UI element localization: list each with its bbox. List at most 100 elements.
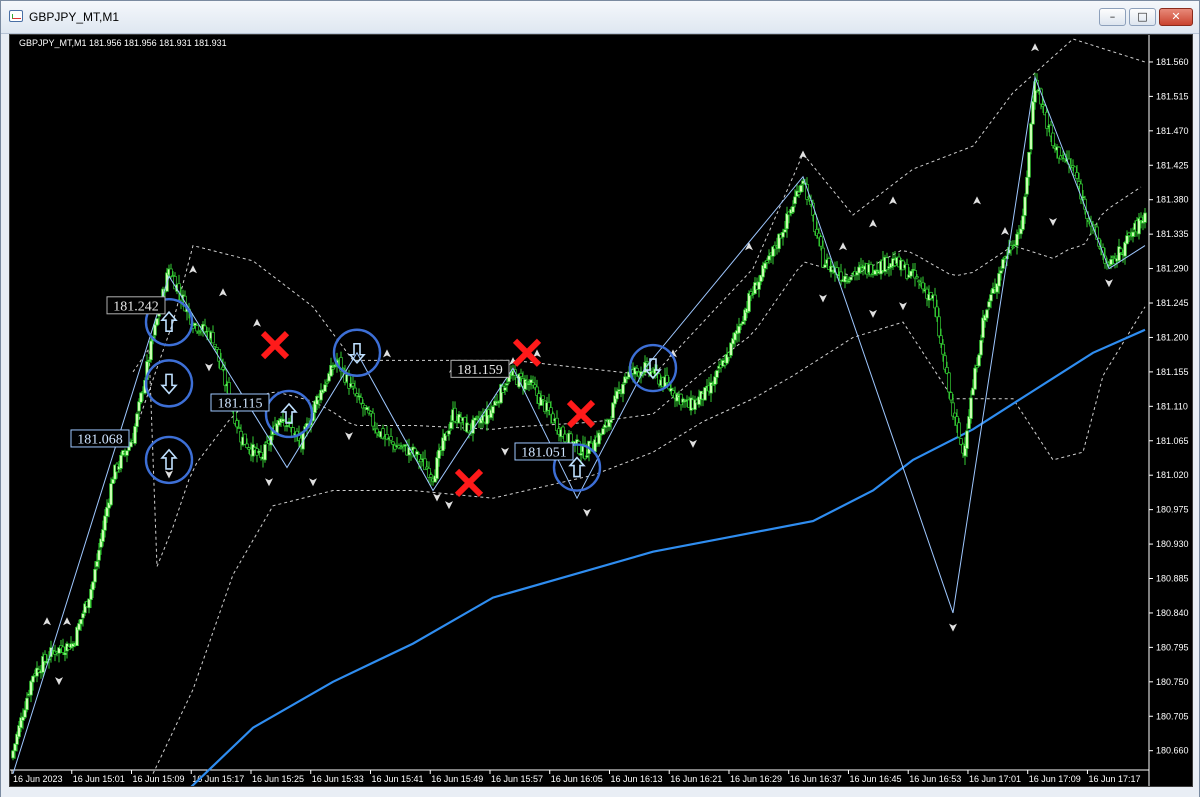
fractal-up-arrow — [1031, 43, 1039, 52]
fractal-up-arrow — [383, 349, 391, 358]
candle-body — [285, 425, 289, 427]
candle-body — [1109, 259, 1113, 265]
fractal-down-arrow — [165, 470, 173, 479]
candle-body — [325, 381, 329, 384]
time-tick-label: 16 Jun 15:33 — [312, 774, 364, 784]
time-tick-label: 16 Jun 15:09 — [132, 774, 184, 784]
fractal-down-arrow — [1049, 218, 1057, 227]
fractal-up-arrow — [799, 150, 807, 159]
candle-body — [243, 433, 247, 445]
candle-body — [135, 413, 139, 427]
candle-body — [223, 369, 227, 386]
candle-body — [133, 426, 137, 444]
candle-body — [435, 457, 439, 479]
window-title: GBPJPY_MT,M1 — [29, 10, 120, 24]
candle-body — [645, 361, 649, 364]
signal-up-arrow-icon — [160, 448, 178, 470]
candle-body — [505, 383, 509, 386]
candle-body — [939, 335, 943, 344]
candle-body — [793, 196, 797, 204]
fractal-down-arrow — [583, 508, 591, 517]
fractal-down-arrow — [501, 447, 509, 456]
candle-body — [13, 743, 17, 752]
price-chart[interactable]: 181.560 181.515 181.470 181.425 181.380 181.3… — [9, 34, 1193, 787]
price-tick-label: 181.110 — [1156, 401, 1188, 411]
candle-body — [821, 247, 825, 268]
candle-body — [823, 264, 827, 268]
candle-body — [577, 441, 581, 455]
candle-body — [375, 428, 379, 434]
time-tick-label: 16 Jun 17:09 — [1029, 774, 1081, 784]
candle-body — [371, 412, 375, 427]
candle-body — [155, 318, 159, 326]
candle-body — [1139, 216, 1143, 221]
time-tick-label: 16 Jun 16:37 — [790, 774, 842, 784]
maximize-button[interactable]: □ — [1129, 8, 1156, 26]
candle-body — [1015, 233, 1019, 246]
candle-body — [1031, 100, 1035, 125]
candle-body — [519, 372, 523, 377]
candle-body — [79, 619, 83, 625]
candle-body — [29, 680, 33, 696]
fractal-down-arrow — [445, 501, 453, 510]
fractal-down-arrow — [433, 493, 441, 502]
close-button[interactable]: ✕ — [1159, 8, 1193, 26]
price-tick-label: 181.335 — [1156, 229, 1189, 239]
candle-body — [281, 418, 285, 422]
price-tick-label: 180.930 — [1156, 539, 1189, 549]
price-tick-label: 180.750 — [1156, 677, 1189, 687]
candle-body — [289, 423, 293, 428]
fractal-up-arrow — [219, 288, 227, 297]
cross-mark-icon — [260, 330, 290, 360]
time-tick-label: 16 Jun 16:13 — [610, 774, 662, 784]
candle-body — [703, 387, 707, 401]
candle-body — [263, 444, 267, 461]
candle-body — [87, 598, 91, 609]
price-label-text: 181.051 — [521, 445, 567, 460]
candle-body — [957, 422, 961, 438]
candle-body — [611, 402, 615, 419]
candle-body — [849, 276, 853, 281]
time-tick-label: 16 Jun 16:29 — [730, 774, 782, 784]
candle-body — [351, 383, 355, 387]
title-bar[interactable]: GBPJPY_MT,M1 – □ ✕ — [1, 1, 1199, 34]
price-tick-label: 181.560 — [1156, 57, 1189, 67]
price-tick-label: 181.470 — [1156, 126, 1189, 136]
candle-body — [1131, 231, 1135, 237]
fractal-up-arrow — [63, 617, 71, 626]
candle-body — [1011, 246, 1015, 249]
fractal-down-arrow — [265, 478, 273, 487]
candle-body — [523, 379, 527, 390]
candle-body — [813, 214, 817, 232]
time-tick-label: 16 Jun 16:05 — [551, 774, 603, 784]
candle-body — [981, 317, 985, 338]
candle-body — [415, 451, 419, 455]
candle-body — [453, 407, 457, 422]
signal-circle — [144, 359, 194, 408]
fractal-up-arrow — [43, 617, 51, 626]
candle-body — [621, 384, 625, 395]
candle-body — [1001, 259, 1005, 269]
time-tick-label: 16 Jun 15:57 — [491, 774, 543, 784]
candle-body — [95, 561, 99, 567]
minimize-button[interactable]: – — [1099, 8, 1126, 26]
fractal-down-arrow — [345, 432, 353, 441]
price-chart-svg[interactable]: 181.560 181.515 181.470 181.425 181.380 181.3… — [10, 35, 1192, 786]
candle-body — [947, 372, 951, 393]
fractal-up-arrow — [839, 242, 847, 251]
fractal-up-arrow — [1001, 226, 1009, 235]
fractal-down-arrow — [1105, 279, 1113, 288]
candle-body — [747, 293, 751, 312]
candle-body — [979, 339, 983, 356]
chart-info-line: GBPJPY_MT,M1 181.956 181.956 181.931 181… — [19, 38, 227, 48]
candle-body — [389, 436, 393, 441]
candle-body — [1075, 172, 1079, 179]
price-tick-label: 181.425 — [1156, 160, 1189, 170]
candle-body — [353, 387, 357, 395]
candle-body — [1123, 242, 1127, 257]
candle-body — [235, 420, 239, 428]
candle-body — [915, 276, 919, 279]
candle-body — [1025, 176, 1029, 195]
price-tick-label: 180.975 — [1156, 505, 1189, 515]
candle-body — [1127, 232, 1131, 236]
